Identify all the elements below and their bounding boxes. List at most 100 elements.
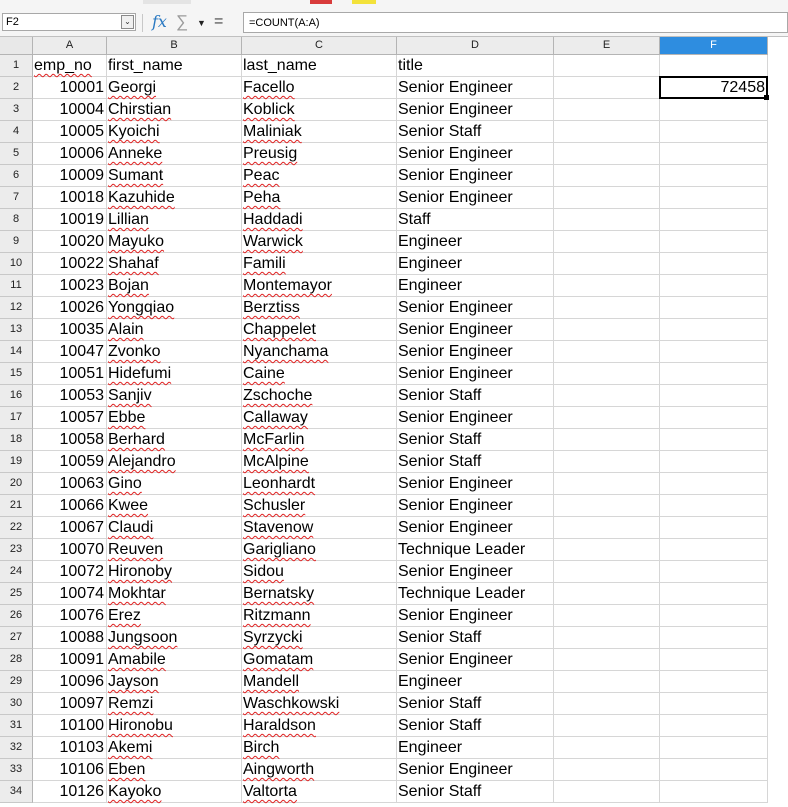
first-name-cell[interactable]: Lillian <box>107 209 242 231</box>
first-name-cell[interactable]: Anneke <box>107 143 242 165</box>
title-cell[interactable]: Staff <box>397 209 554 231</box>
title-cell[interactable]: Senior Engineer <box>397 649 554 671</box>
empty-cell[interactable] <box>660 583 768 605</box>
emp-no-cell[interactable]: 10053 <box>33 385 107 407</box>
last-name-cell[interactable]: Sidou <box>242 561 397 583</box>
empty-cell[interactable] <box>660 517 768 539</box>
empty-cell[interactable] <box>660 759 768 781</box>
empty-cell[interactable] <box>660 121 768 143</box>
emp-no-cell[interactable]: 10106 <box>33 759 107 781</box>
row-header[interactable]: 11 <box>0 275 33 297</box>
empty-cell[interactable] <box>660 429 768 451</box>
last-name-cell[interactable]: Ritzmann <box>242 605 397 627</box>
first-name-cell[interactable]: Georgi <box>107 77 242 99</box>
row-header[interactable]: 27 <box>0 627 33 649</box>
row-header[interactable]: 17 <box>0 407 33 429</box>
fill-handle[interactable] <box>764 95 769 100</box>
emp-no-cell[interactable]: 10004 <box>33 99 107 121</box>
empty-cell[interactable] <box>554 385 660 407</box>
title-cell[interactable]: Senior Staff <box>397 121 554 143</box>
first-name-cell[interactable]: Hidefumi <box>107 363 242 385</box>
empty-cell[interactable] <box>554 253 660 275</box>
row-header[interactable]: 12 <box>0 297 33 319</box>
emp-no-cell[interactable]: 10126 <box>33 781 107 803</box>
chevron-down-icon[interactable]: ⌄ <box>121 15 134 29</box>
empty-cell[interactable] <box>554 451 660 473</box>
empty-cell[interactable] <box>660 385 768 407</box>
title-cell[interactable]: Senior Engineer <box>397 759 554 781</box>
emp-no-cell[interactable]: 10047 <box>33 341 107 363</box>
empty-cell[interactable] <box>660 319 768 341</box>
empty-cell[interactable] <box>554 319 660 341</box>
first-name-cell[interactable]: Shahaf <box>107 253 242 275</box>
empty-cell[interactable] <box>554 77 660 99</box>
first-name-cell[interactable]: Hironobu <box>107 715 242 737</box>
empty-cell[interactable] <box>660 363 768 385</box>
last-name-cell[interactable]: McFarlin <box>242 429 397 451</box>
last-name-cell[interactable]: Facello <box>242 77 397 99</box>
row-header[interactable]: 9 <box>0 231 33 253</box>
title-cell[interactable]: Senior Engineer <box>397 473 554 495</box>
emp-no-cell[interactable]: 10018 <box>33 187 107 209</box>
row-header[interactable]: 13 <box>0 319 33 341</box>
empty-cell[interactable] <box>554 275 660 297</box>
empty-cell[interactable] <box>554 231 660 253</box>
empty-cell[interactable] <box>554 429 660 451</box>
row-header[interactable]: 25 <box>0 583 33 605</box>
first-name-cell[interactable]: Alejandro <box>107 451 242 473</box>
last-name-cell[interactable]: Stavenow <box>242 517 397 539</box>
emp-no-cell[interactable]: 10001 <box>33 77 107 99</box>
row-header[interactable]: 14 <box>0 341 33 363</box>
row-header[interactable]: 1 <box>0 55 33 77</box>
emp-no-cell[interactable]: 10023 <box>33 275 107 297</box>
emp-no-cell[interactable]: 10103 <box>33 737 107 759</box>
empty-cell[interactable] <box>554 121 660 143</box>
empty-cell[interactable] <box>660 693 768 715</box>
title-cell[interactable]: Senior Staff <box>397 385 554 407</box>
empty-cell[interactable] <box>660 627 768 649</box>
toolbar-color-red-icon[interactable] <box>310 0 332 4</box>
empty-cell[interactable] <box>554 165 660 187</box>
last-name-cell[interactable]: Bernatsky <box>242 583 397 605</box>
empty-cell[interactable] <box>660 649 768 671</box>
empty-cell[interactable] <box>554 583 660 605</box>
row-header[interactable]: 10 <box>0 253 33 275</box>
last-name-cell[interactable]: Birch <box>242 737 397 759</box>
title-cell[interactable]: Senior Engineer <box>397 143 554 165</box>
row-header[interactable]: 23 <box>0 539 33 561</box>
last-name-cell[interactable]: McAlpine <box>242 451 397 473</box>
toolbar-highlight-yellow-icon[interactable] <box>352 0 376 4</box>
last-name-cell[interactable]: Mandell <box>242 671 397 693</box>
last-name-cell[interactable]: Preusig <box>242 143 397 165</box>
title-cell[interactable]: Technique Leader <box>397 583 554 605</box>
emp-no-cell[interactable]: 10063 <box>33 473 107 495</box>
row-header[interactable]: 6 <box>0 165 33 187</box>
empty-cell[interactable] <box>554 539 660 561</box>
title-cell[interactable]: Engineer <box>397 253 554 275</box>
first-name-cell[interactable]: Mokhtar <box>107 583 242 605</box>
first-name-cell[interactable]: Sanjiv <box>107 385 242 407</box>
row-header[interactable]: 29 <box>0 671 33 693</box>
empty-cell[interactable] <box>660 143 768 165</box>
emp-no-cell[interactable]: 10088 <box>33 627 107 649</box>
emp-no-cell[interactable]: 10059 <box>33 451 107 473</box>
title-cell[interactable]: Senior Engineer <box>397 341 554 363</box>
first-name-cell[interactable]: Reuven <box>107 539 242 561</box>
last-name-cell[interactable]: Zschoche <box>242 385 397 407</box>
empty-cell[interactable] <box>660 495 768 517</box>
title-cell[interactable]: Senior Staff <box>397 715 554 737</box>
last-name-cell[interactable]: Berztiss <box>242 297 397 319</box>
emp-no-cell[interactable]: 10009 <box>33 165 107 187</box>
first-name-cell[interactable]: Akemi <box>107 737 242 759</box>
row-header[interactable]: 26 <box>0 605 33 627</box>
last-name-cell[interactable]: Waschkowski <box>242 693 397 715</box>
row-header[interactable]: 15 <box>0 363 33 385</box>
row-header[interactable]: 24 <box>0 561 33 583</box>
row-header[interactable]: 19 <box>0 451 33 473</box>
row-header[interactable]: 34 <box>0 781 33 803</box>
first-name-cell[interactable]: Chirstian <box>107 99 242 121</box>
emp-no-cell[interactable]: 10070 <box>33 539 107 561</box>
empty-cell[interactable] <box>660 539 768 561</box>
row-header[interactable]: 32 <box>0 737 33 759</box>
empty-cell[interactable] <box>554 209 660 231</box>
